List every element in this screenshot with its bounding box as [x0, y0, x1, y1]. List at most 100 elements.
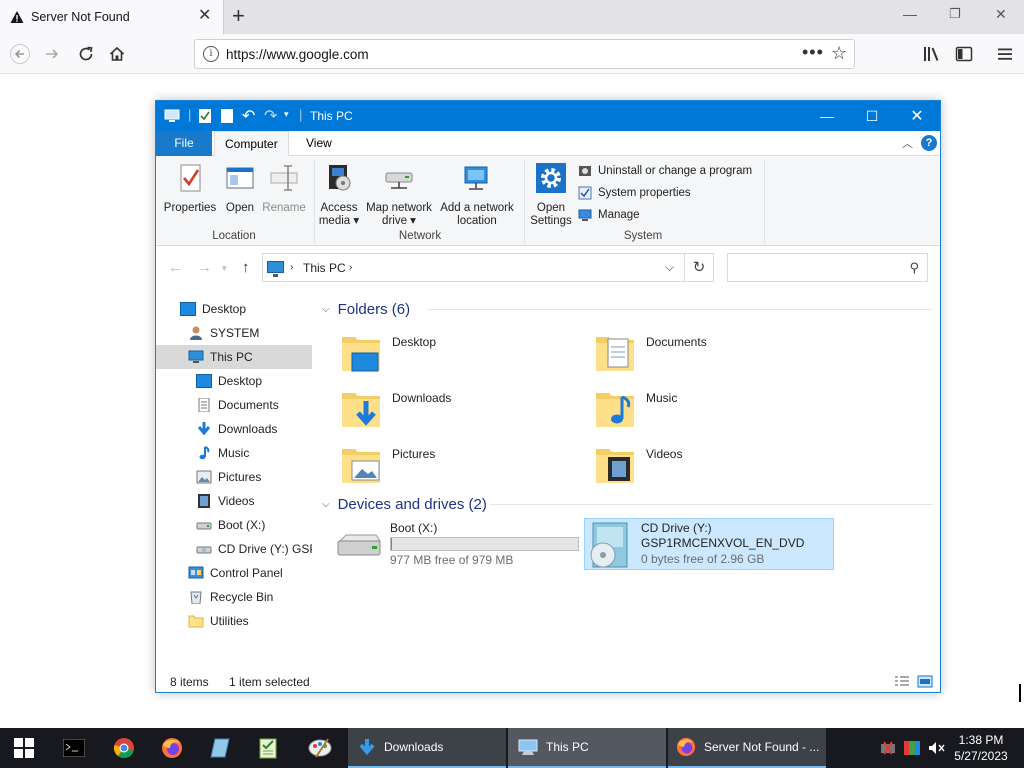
minimize-ribbon-icon[interactable]: ︿ — [902, 135, 913, 151]
nav-item-boot-drive[interactable]: Boot (X:) — [156, 513, 312, 537]
address-bar[interactable]: › This PC › ⌵ — [262, 253, 685, 282]
nav-item-control-panel[interactable]: Control Panel — [156, 561, 312, 585]
library-icon[interactable] — [920, 42, 944, 66]
nav-item-downloads[interactable]: Downloads — [156, 417, 312, 441]
bookmark-star-icon[interactable]: ☆ — [831, 43, 847, 64]
explorer-maximize-icon[interactable]: ☐ — [849, 101, 895, 131]
volume-muted-icon[interactable] — [928, 741, 946, 755]
drives-group-header[interactable]: ⌵ Devices and drives (2) — [322, 494, 932, 514]
taskbar-this-pc[interactable]: This PC — [508, 728, 666, 768]
explorer-close-icon[interactable]: ✕ — [894, 101, 940, 131]
nav-item-videos[interactable]: Videos — [156, 489, 312, 513]
nav-item-documents[interactable]: Documents — [156, 393, 312, 417]
search-input[interactable]: ⚲ — [727, 253, 928, 282]
ribbon-separator — [764, 160, 765, 244]
up-icon[interactable]: ↑ — [242, 259, 250, 276]
taskbar-firefox-window[interactable]: Server Not Found - ... — [668, 728, 826, 768]
taskbar-terminal[interactable] — [50, 728, 98, 768]
recent-locations-icon[interactable]: ▾ — [222, 263, 227, 274]
large-icons-view-icon[interactable] — [917, 675, 933, 688]
new-tab-icon[interactable]: + — [232, 5, 245, 27]
nav-item-utilities[interactable]: Utilities — [156, 609, 312, 633]
close-tab-icon[interactable]: ✕ — [198, 8, 211, 24]
explorer-title-bar[interactable]: | ↶ ↷ ▾ | This PC — ☐ ✕ — [156, 101, 940, 131]
taskbar-firefox[interactable] — [148, 728, 196, 768]
page-actions-icon[interactable]: ••• — [802, 42, 824, 63]
forward-icon[interactable] — [40, 42, 64, 66]
redo-icon[interactable]: ↷ — [264, 106, 277, 125]
taskbar-paint[interactable] — [296, 728, 344, 768]
start-button[interactable] — [0, 728, 48, 768]
tab-computer[interactable]: Computer — [214, 131, 289, 157]
add-network-location-button[interactable]: Add a network location — [437, 162, 517, 228]
drive-boot[interactable]: Boot (X:) 977 MB free of 979 MB — [334, 519, 584, 571]
taskbar-clock[interactable]: 1:38 PM 5/27/2023 — [950, 732, 1012, 764]
folder-music[interactable]: Music — [594, 387, 834, 435]
breadcrumb-separator-icon[interactable]: › — [290, 262, 293, 273]
folder-documents[interactable]: Documents — [594, 331, 834, 379]
refresh-button[interactable]: ↻ — [685, 253, 714, 282]
folder-desktop[interactable]: Desktop — [340, 331, 580, 379]
url-bar[interactable]: i https://www.google.com ••• ☆ — [194, 39, 855, 69]
open-settings-button[interactable]: Open Settings — [529, 162, 573, 228]
taskbar-downloads[interactable]: Downloads — [348, 728, 506, 768]
nav-item-desktop[interactable]: Desktop — [156, 297, 312, 321]
minimize-icon[interactable]: — — [903, 6, 917, 22]
url-text[interactable]: https://www.google.com — [226, 47, 369, 62]
nav-item-system[interactable]: SYSTEM — [156, 321, 312, 345]
reload-icon[interactable] — [74, 42, 98, 66]
properties-button[interactable]: Properties — [162, 162, 218, 215]
taskbar-app-blue[interactable] — [196, 728, 244, 768]
site-info-icon[interactable]: i — [203, 46, 219, 62]
folder-pictures[interactable]: Pictures — [340, 443, 580, 491]
undo-icon[interactable]: ↶ — [242, 106, 255, 125]
nav-item-desktop-2[interactable]: Desktop — [156, 369, 312, 393]
nav-item-pictures[interactable]: Pictures — [156, 465, 312, 489]
nav-item-this-pc[interactable]: This PC — [156, 345, 312, 369]
nav-item-cd-drive[interactable]: CD Drive (Y:) GSP1 — [156, 537, 312, 561]
taskbar-notepad[interactable] — [244, 728, 292, 768]
tab-file[interactable]: File — [156, 131, 212, 156]
restore-icon[interactable]: ❐ — [949, 6, 961, 22]
open-button[interactable]: Open — [222, 162, 258, 215]
breadcrumb[interactable]: This PC — [303, 261, 346, 275]
taskbar-chrome[interactable] — [100, 728, 148, 768]
folder-videos[interactable]: Videos — [594, 443, 834, 491]
explorer-minimize-icon[interactable]: — — [804, 101, 850, 131]
back-icon[interactable]: ← — [168, 259, 183, 276]
properties-qat-icon[interactable] — [198, 108, 212, 124]
forward-icon[interactable]: → — [197, 259, 212, 276]
close-window-icon[interactable]: ✕ — [995, 6, 1007, 23]
help-icon[interactable]: ? — [921, 135, 937, 151]
folders-group-header[interactable]: ⌵ Folders (6) — [322, 299, 932, 319]
access-media-button[interactable]: Access media ▾ — [318, 162, 360, 228]
breadcrumb-separator-icon[interactable]: › — [349, 262, 352, 273]
display-tray-icon[interactable] — [904, 741, 920, 755]
menu-icon[interactable] — [993, 42, 1017, 66]
browser-tab[interactable]: Server Not Found ✕ — [0, 0, 224, 34]
home-icon[interactable] — [105, 42, 129, 66]
nav-item-music[interactable]: Music — [156, 441, 312, 465]
nav-item-recycle-bin[interactable]: Recycle Bin — [156, 585, 312, 609]
sidebar-icon[interactable] — [952, 42, 976, 66]
drive-cd-drive[interactable]: CD Drive (Y:) GSP1RMCENXVOL_EN_DVD 0 byt… — [584, 518, 834, 570]
back-icon[interactable] — [8, 42, 32, 66]
folder-downloads[interactable]: Downloads — [340, 387, 580, 435]
customize-qat-icon[interactable]: ▾ — [284, 109, 289, 125]
manage-button[interactable]: Manage — [578, 205, 640, 225]
window-title: This PC — [310, 109, 353, 123]
ribbon-separator — [314, 160, 315, 244]
network-tray-icon[interactable] — [880, 741, 896, 755]
tab-view[interactable]: View — [296, 131, 342, 156]
system-properties-button[interactable]: System properties — [578, 183, 691, 203]
pictures-icon — [196, 470, 212, 484]
new-folder-qat-icon[interactable] — [220, 108, 234, 124]
uninstall-program-button[interactable]: Uninstall or change a program — [578, 161, 752, 181]
collapse-chevron-icon[interactable]: ⌵ — [322, 499, 330, 510]
collapse-chevron-icon[interactable]: ⌵ — [322, 304, 330, 315]
videos-icon — [198, 494, 210, 508]
details-view-icon[interactable] — [894, 675, 910, 688]
rename-button: Rename — [262, 162, 306, 215]
chevron-down-icon[interactable]: ⌵ — [665, 260, 674, 275]
map-network-drive-button[interactable]: Map network drive ▾ — [363, 162, 435, 228]
